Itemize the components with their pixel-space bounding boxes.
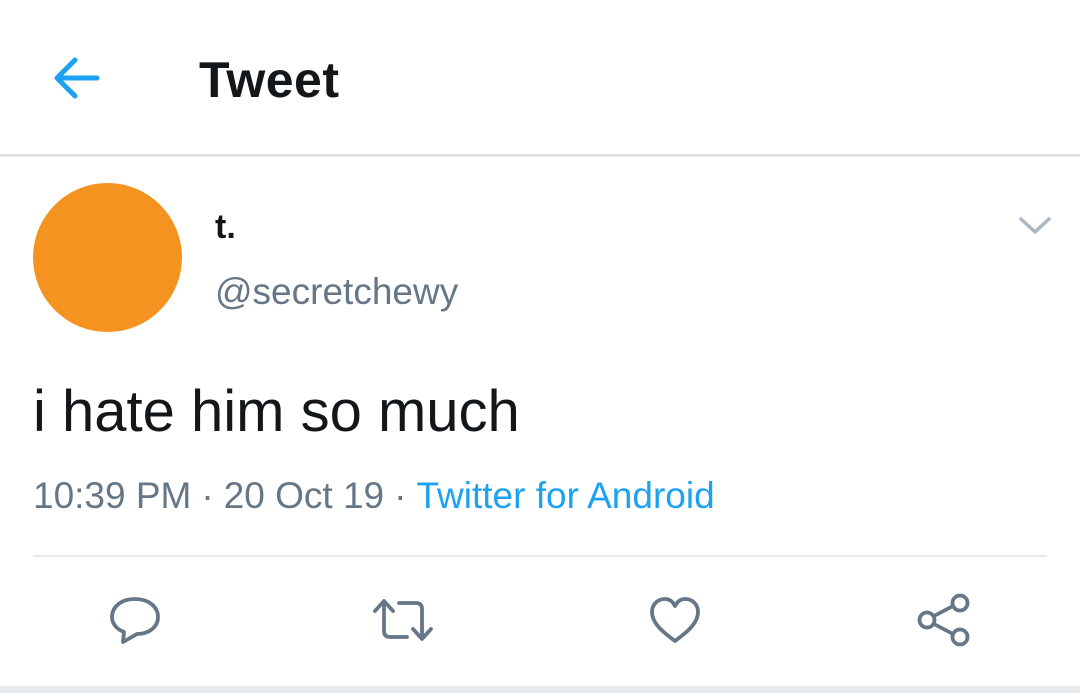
- tweet-text: i hate him so much: [33, 379, 520, 444]
- author-handle[interactable]: @secretchewy: [215, 270, 458, 314]
- actions-divider: [33, 555, 1047, 557]
- heart-icon: [647, 594, 703, 646]
- like-button[interactable]: [645, 592, 705, 648]
- share-icon: [916, 592, 972, 648]
- retweet-icon: [371, 595, 435, 645]
- author-display-name[interactable]: t.: [215, 207, 236, 247]
- header-divider: [0, 154, 1080, 157]
- tweet-date: 20 Oct 19: [223, 475, 385, 516]
- back-button[interactable]: [44, 50, 108, 106]
- retweet-button[interactable]: [373, 592, 433, 648]
- tweet-time: 10:39 PM: [33, 475, 192, 516]
- top-app-bar: Tweet: [0, 0, 1080, 154]
- bottom-divider: [0, 686, 1080, 693]
- arrow-left-icon: [51, 56, 101, 100]
- tweet-menu-button[interactable]: [1012, 203, 1058, 249]
- tweet-source-link[interactable]: Twitter for Android: [416, 475, 714, 516]
- reply-icon: [107, 594, 163, 646]
- share-button[interactable]: [914, 592, 974, 648]
- meta-separator: ·: [201, 475, 214, 516]
- tweet-metadata: 10:39 PM · 20 Oct 19 · Twitter for Android: [33, 474, 715, 518]
- meta-separator: ·: [394, 475, 407, 516]
- avatar[interactable]: [33, 183, 182, 332]
- reply-button[interactable]: [105, 592, 165, 648]
- chevron-down-icon: [1018, 216, 1052, 236]
- page-title: Tweet: [199, 52, 340, 108]
